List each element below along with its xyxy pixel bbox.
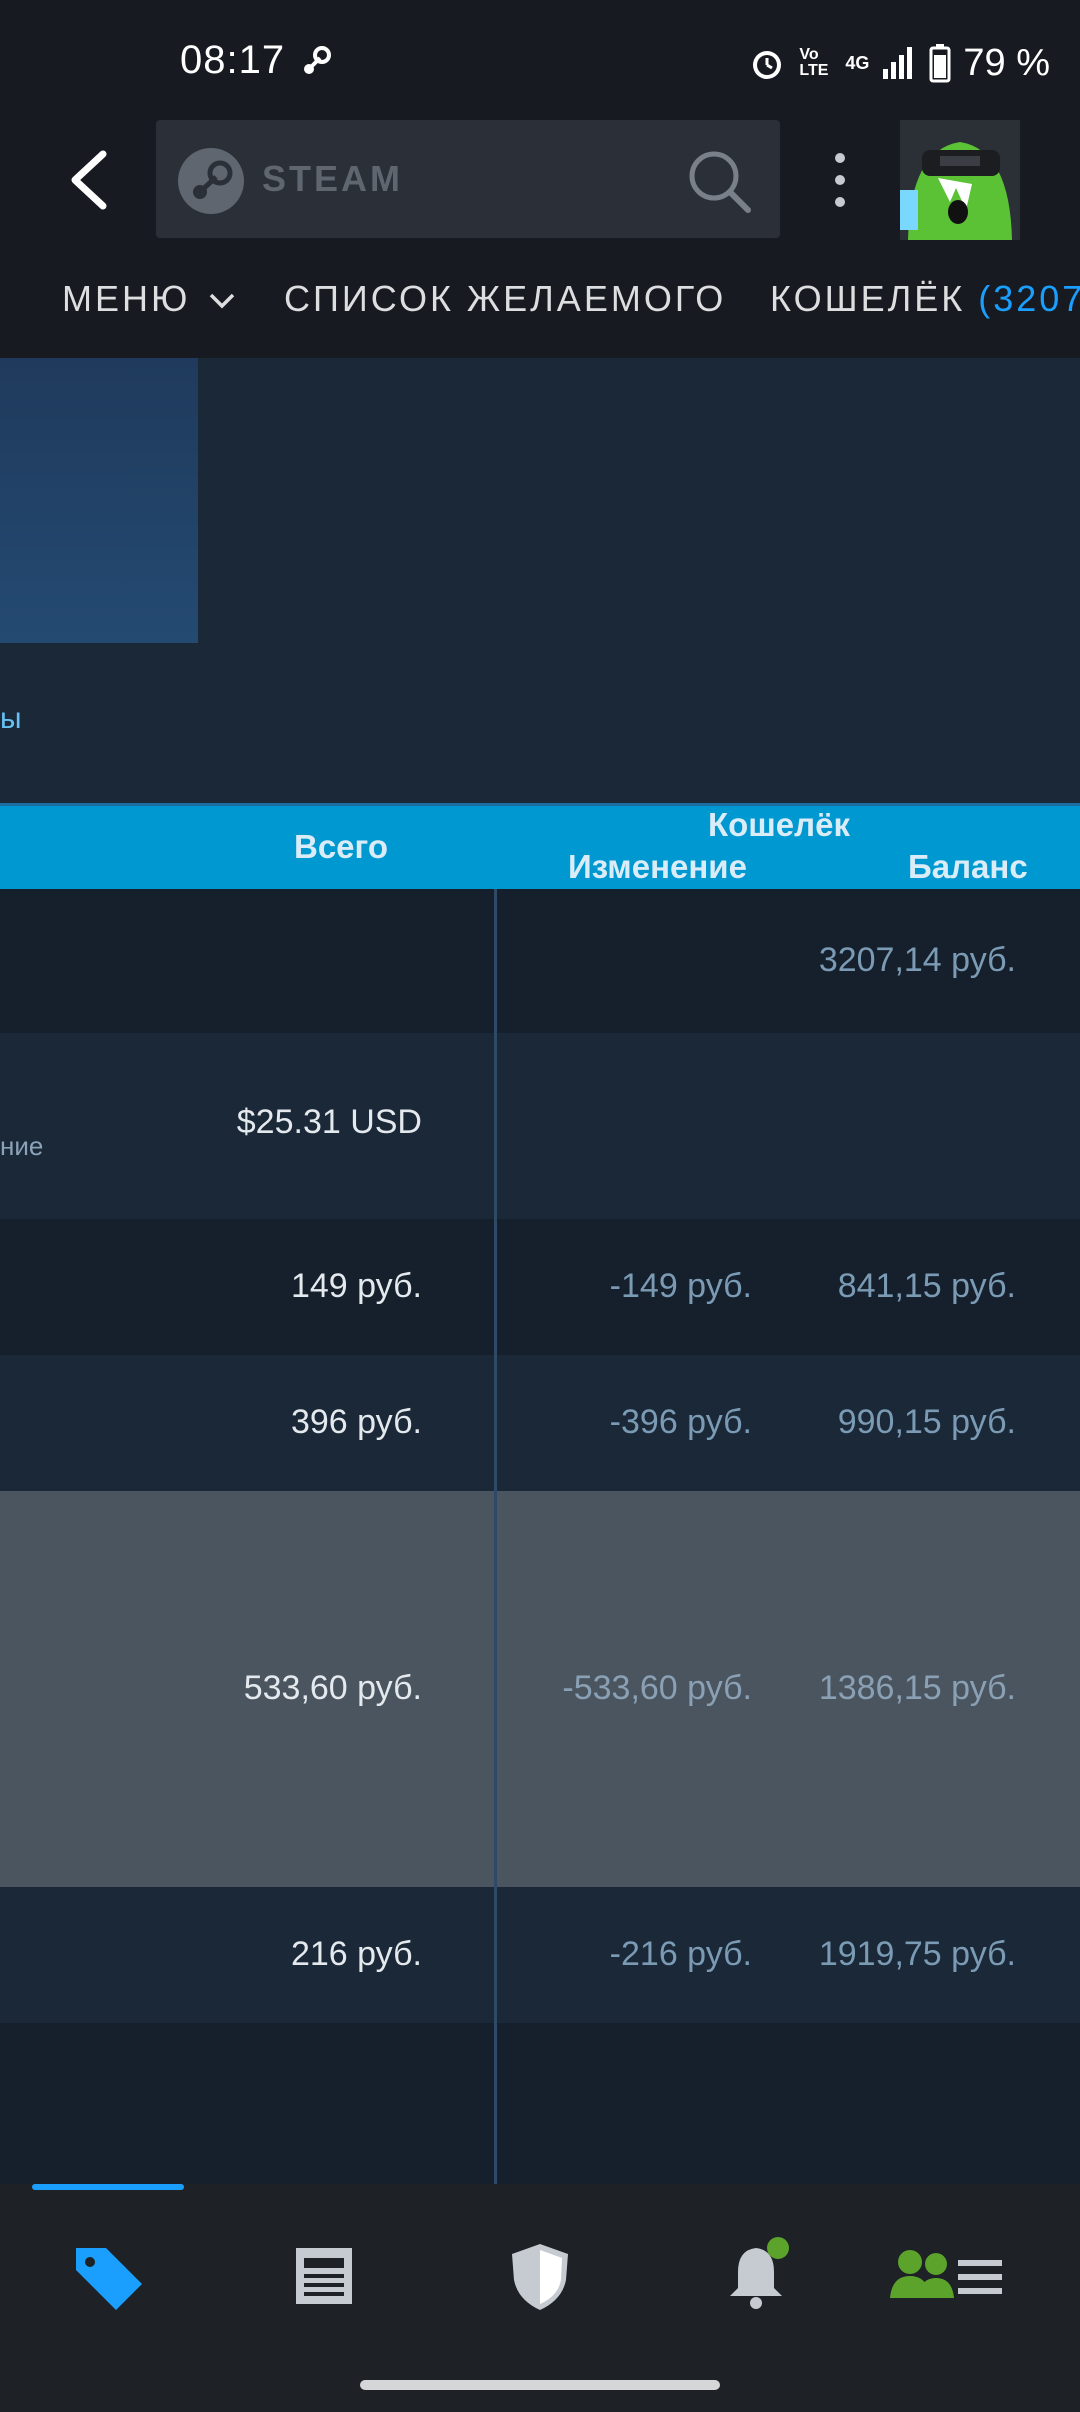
bell-icon[interactable] (716, 2236, 796, 2316)
change-cell: -533,60 руб. (562, 1669, 752, 1707)
total-cell: 396 руб. (290, 1403, 422, 1441)
steam-logo-icon (178, 148, 244, 214)
avatar[interactable] (900, 120, 1020, 240)
nav-menu[interactable]: МЕНЮ (62, 278, 237, 320)
change-cell: -216 руб. (609, 1935, 752, 1973)
active-tab-indicator (32, 2184, 184, 2190)
battery-percent: 79 % (963, 41, 1050, 84)
signal-icon (883, 47, 913, 79)
friends-icon[interactable] (888, 2236, 1008, 2316)
balance-cell: 990,15 руб. (837, 1403, 1016, 1441)
notification-dot (767, 2237, 789, 2259)
table-row[interactable]: $25.31 USD ние (0, 1033, 1080, 1219)
balance-cell: 841,15 руб. (837, 1267, 1016, 1305)
total-cell: 533,60 руб. (243, 1669, 422, 1707)
nav-wallet[interactable]: КОШЕЛЁК (3207 (770, 278, 1080, 320)
header-total: Всего (294, 828, 389, 865)
status-icons: Vo LTE 4G 79 % (747, 38, 1050, 88)
steam-notification-icon (304, 46, 331, 74)
store-tag-icon[interactable] (68, 2236, 148, 2316)
balance-cell: 1919,75 руб. (818, 1935, 1016, 1973)
battery-icon (929, 44, 951, 83)
banner-image (0, 358, 198, 643)
status-time: 08:17 (180, 38, 286, 82)
network-indicator: 4G (845, 52, 870, 73)
volte-indicator: Vo LTE (799, 46, 829, 79)
total-cell: 149 руб. (290, 1267, 422, 1305)
steam-wordmark: STEAM (262, 158, 403, 199)
header-change: Изменение (568, 848, 747, 885)
total-cell: 216 руб. (290, 1935, 422, 1973)
balance-cell: 1386,15 руб. (818, 1669, 1016, 1707)
table-row[interactable]: 396 руб. -396 руб. 990,15 руб. (0, 1355, 1080, 1491)
shield-icon[interactable] (500, 2236, 580, 2316)
table-row[interactable]: 3207,14 руб. (0, 889, 1080, 1033)
nav-wallet-label: КОШЕЛЁК (770, 278, 966, 319)
total-cell: $25.31 USD (236, 1103, 422, 1141)
header-balance: Баланс (908, 848, 1028, 885)
nav-menu-label: МЕНЮ (62, 278, 191, 319)
row-subtext: ние (0, 1131, 44, 1161)
partial-link[interactable]: ы (0, 702, 22, 736)
alarm-icon (753, 51, 782, 79)
news-icon[interactable] (284, 2236, 364, 2316)
change-cell: -149 руб. (609, 1267, 752, 1305)
header-wallet: Кошелёк (708, 806, 850, 843)
back-button[interactable] (55, 140, 125, 220)
table-row[interactable]: 216 руб. -216 руб. 1919,75 руб. (0, 1887, 1080, 2023)
more-options-icon[interactable] (822, 148, 858, 212)
column-divider (494, 889, 497, 2184)
home-indicator[interactable] (360, 2380, 720, 2390)
search-icon[interactable] (686, 148, 752, 214)
avatar-image (900, 120, 1020, 240)
wallet-count: (3207 (978, 278, 1080, 319)
table-row-empty (0, 2023, 1080, 2184)
table-row[interactable]: 149 руб. -149 руб. 841,15 руб. (0, 1219, 1080, 1355)
chevron-down-icon (210, 294, 235, 309)
balance-cell: 3207,14 руб. (818, 941, 1016, 979)
change-cell: -396 руб. (609, 1403, 752, 1441)
table-row-highlighted[interactable]: 533,60 руб. -533,60 руб. 1386,15 руб. (0, 1491, 1080, 1887)
nav-wishlist[interactable]: СПИСОК ЖЕЛАЕМОГО (284, 278, 726, 320)
